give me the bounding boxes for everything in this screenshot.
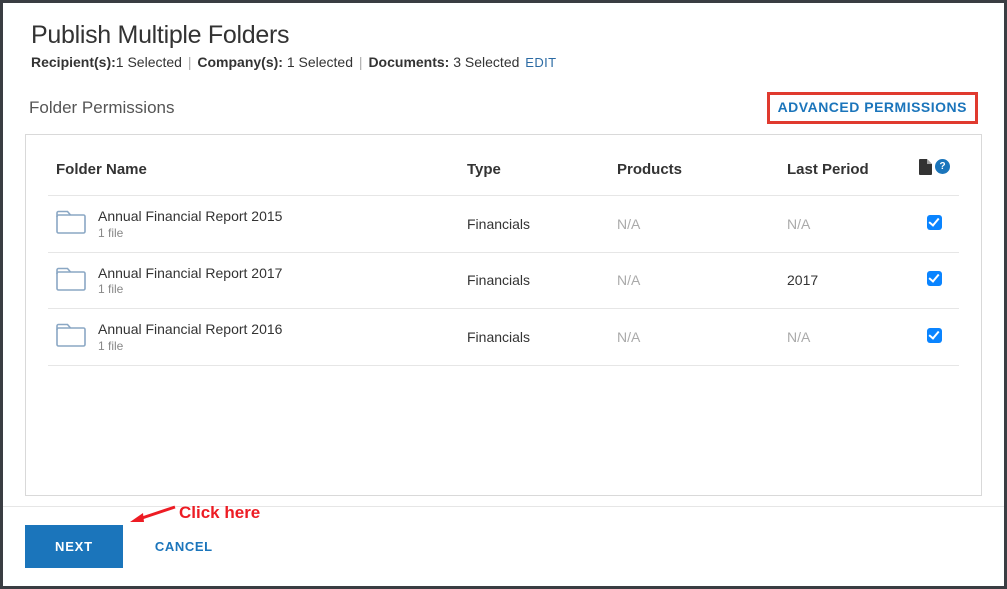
pdf-checkbox[interactable]: [927, 271, 942, 286]
cell-last-period: N/A: [779, 196, 909, 253]
dialog-content: Folder Permissions ADVANCED PERMISSIONS …: [3, 80, 1004, 506]
dialog-title: Publish Multiple Folders: [31, 21, 976, 50]
col-products: Products: [609, 153, 779, 196]
pdf-icon: [919, 159, 932, 179]
cell-products: N/A: [609, 252, 779, 309]
cell-checkbox: [909, 252, 959, 309]
col-type: Type: [459, 153, 609, 196]
folder-name: Annual Financial Report 2017: [98, 265, 282, 283]
section-header-row: Folder Permissions ADVANCED PERMISSIONS: [25, 86, 982, 132]
cell-folder: Annual Financial Report 20161 file: [48, 309, 459, 366]
cell-checkbox: [909, 309, 959, 366]
edit-link[interactable]: EDIT: [525, 55, 556, 70]
folder-text: Annual Financial Report 20161 file: [98, 321, 282, 353]
documents-label: Documents:: [368, 54, 449, 70]
cell-type: Financials: [459, 252, 609, 309]
cell-products: N/A: [609, 196, 779, 253]
col-folder-name: Folder Name: [48, 153, 459, 196]
pdf-checkbox[interactable]: [927, 328, 942, 343]
advanced-permissions-highlight: ADVANCED PERMISSIONS: [767, 92, 978, 124]
recipients-label: Recipient(s):: [31, 54, 116, 70]
pdf-checkbox[interactable]: [927, 215, 942, 230]
section-title: Folder Permissions: [29, 98, 175, 118]
help-icon[interactable]: ?: [935, 159, 950, 174]
folder-subtext: 1 file: [98, 226, 282, 240]
table-row: Annual Financial Report 20151 file Financ…: [48, 196, 959, 253]
cancel-button[interactable]: CANCEL: [155, 539, 213, 554]
documents-value: 3 Selected: [453, 54, 519, 70]
col-last-period: Last Period: [779, 153, 909, 196]
folder-name: Annual Financial Report 2015: [98, 208, 282, 226]
folder-subtext: 1 file: [98, 339, 282, 353]
col-pdf: ?: [909, 153, 959, 196]
dialog-subtitle: Recipient(s):1 Selected | Company(s): 1 …: [31, 54, 976, 70]
folders-table: Folder Name Type Products Last Period ?: [48, 153, 959, 366]
folder-subtext: 1 file: [98, 282, 282, 296]
cell-last-period: N/A: [779, 309, 909, 366]
recipients-value: 1 Selected: [116, 54, 182, 70]
next-button[interactable]: NEXT: [25, 525, 123, 568]
cell-products: N/A: [609, 309, 779, 366]
folder-text: Annual Financial Report 20151 file: [98, 208, 282, 240]
cell-checkbox: [909, 196, 959, 253]
dialog-footer: Click here NEXT CANCEL: [3, 506, 1004, 586]
folders-table-container: Folder Name Type Products Last Period ?: [25, 134, 982, 496]
folder-icon: [56, 267, 86, 294]
cell-folder: Annual Financial Report 20151 file: [48, 196, 459, 253]
table-row: Annual Financial Report 20171 file Financ…: [48, 252, 959, 309]
dialog-header: Publish Multiple Folders Recipient(s):1 …: [3, 3, 1004, 80]
table-row: Annual Financial Report 20161 file Financ…: [48, 309, 959, 366]
table-header-row: Folder Name Type Products Last Period ?: [48, 153, 959, 196]
cell-type: Financials: [459, 309, 609, 366]
arrow-icon: [129, 503, 177, 523]
advanced-permissions-link[interactable]: ADVANCED PERMISSIONS: [778, 99, 967, 115]
cell-folder: Annual Financial Report 20171 file: [48, 252, 459, 309]
separator: |: [359, 54, 363, 70]
company-value: 1 Selected: [287, 54, 353, 70]
cell-last-period: 2017: [779, 252, 909, 309]
folder-text: Annual Financial Report 20171 file: [98, 265, 282, 297]
company-label: Company(s):: [197, 54, 283, 70]
publish-folders-dialog: Publish Multiple Folders Recipient(s):1 …: [3, 3, 1004, 586]
folder-icon: [56, 323, 86, 350]
folder-icon: [56, 210, 86, 237]
cell-type: Financials: [459, 196, 609, 253]
folder-name: Annual Financial Report 2016: [98, 321, 282, 339]
click-here-annotation: Click here: [129, 503, 260, 523]
separator: |: [188, 54, 192, 70]
annotation-text: Click here: [179, 503, 260, 523]
